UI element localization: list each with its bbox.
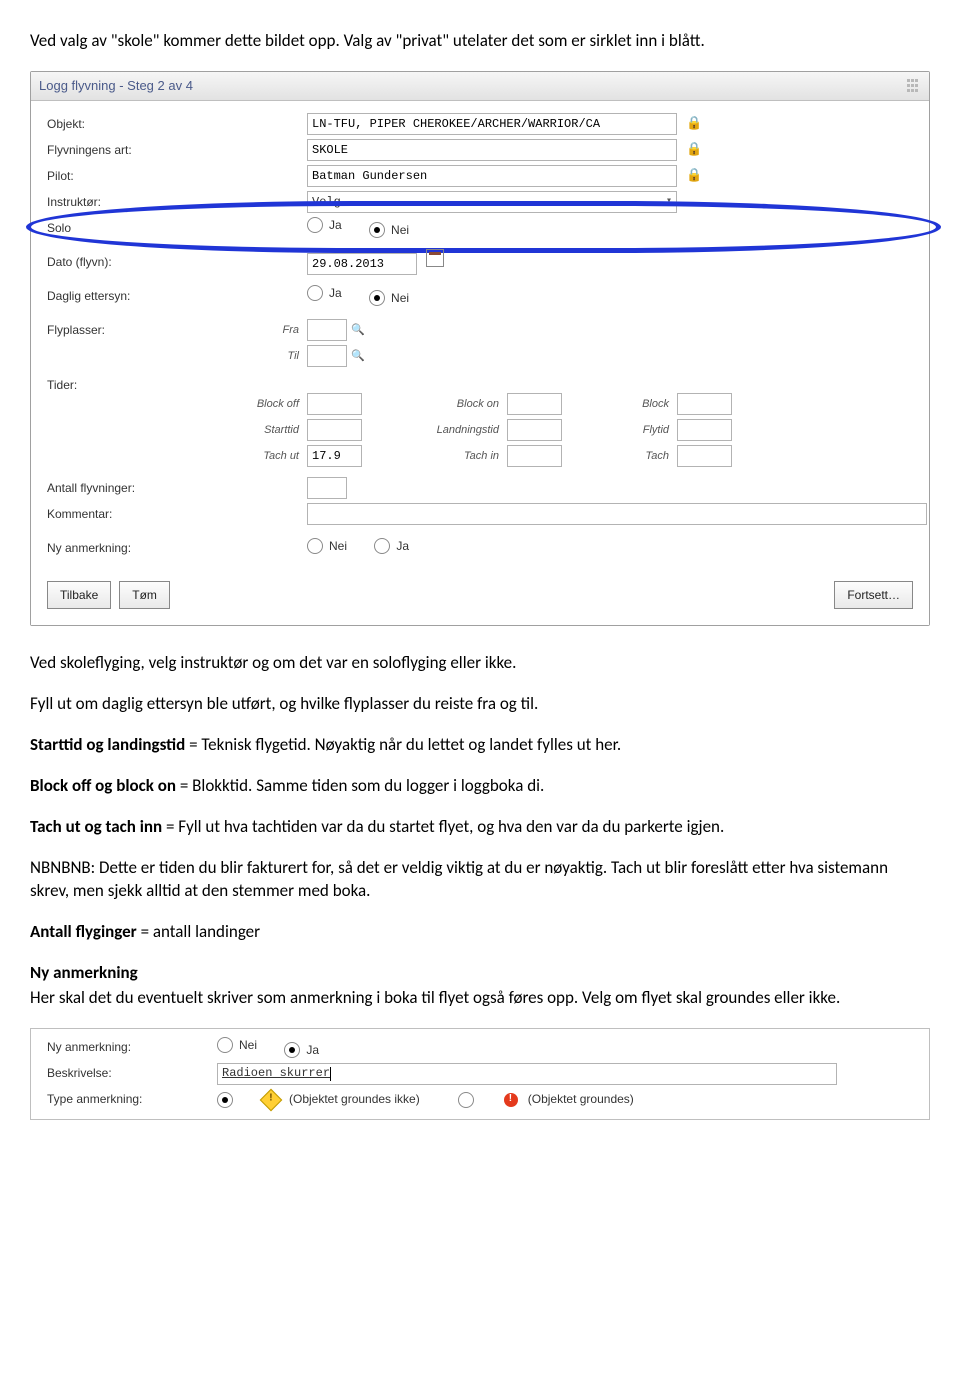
body-p2: Fyll ut om daglig ettersyn ble utført, o… (30, 693, 930, 716)
label-landingstid: Landningstid (367, 423, 507, 438)
instruktor-select[interactable]: Velg... ▾ (307, 191, 677, 213)
landingstid-input[interactable] (507, 419, 562, 441)
label-flyplasser: Flyplasser: (47, 322, 217, 338)
label-solo: Solo (47, 220, 217, 236)
antall-input[interactable] (307, 477, 347, 499)
radio-label: Ja (329, 217, 342, 233)
search-icon[interactable]: 🔍 (351, 350, 365, 362)
radio-label: Nei (329, 538, 347, 554)
label-type: Type anmerkning: (47, 1091, 217, 1107)
label-antall: Antall flyvninger: (47, 480, 217, 496)
type-ground-radio[interactable] (458, 1092, 474, 1108)
solo-nei-radio[interactable]: Nei (369, 222, 409, 238)
window-title: Logg flyvning - Steg 2 av 4 (39, 77, 193, 95)
block-input[interactable] (677, 393, 732, 415)
label-flytid: Flytid (567, 423, 677, 438)
label-nyanm2: Ny anmerkning: (47, 1039, 217, 1055)
label-blockon: Block on (367, 397, 507, 412)
label-kommentar: Kommentar: (47, 506, 217, 522)
art-input[interactable] (307, 139, 677, 161)
radio-label: Nei (391, 222, 409, 238)
heading-nyanm: Ny anmerkning (30, 962, 138, 983)
tach-input[interactable] (677, 445, 732, 467)
daglig-ja-radio[interactable]: Ja (307, 285, 342, 301)
body-p6: NBNBNB: Dette er tiden du blir fakturert… (30, 857, 930, 903)
tachin-input[interactable] (507, 445, 562, 467)
text-caret (330, 1067, 331, 1081)
search-icon[interactable]: 🔍 (351, 324, 365, 336)
nyanm-ja-radio[interactable]: Ja (374, 538, 409, 554)
label-block: Block (567, 397, 677, 412)
starttid-input[interactable] (307, 419, 362, 441)
label-til: Til (217, 349, 307, 364)
instruktor-value: Velg... (312, 194, 362, 210)
label-starttid: Starttid (217, 423, 307, 438)
kommentar-input[interactable] (307, 503, 927, 525)
label-tider: Tider: (47, 377, 217, 393)
screenshot-log-flight: Logg flyvning - Steg 2 av 4 Objekt: 🔒 Fl… (30, 71, 930, 626)
lock-icon: 🔒 (686, 166, 702, 184)
radio-label: Ja (306, 1042, 319, 1058)
window-grip-icon (907, 79, 921, 93)
radio-label: Ja (396, 538, 409, 554)
nyanm2-nei-radio[interactable]: Nei (217, 1037, 257, 1053)
label-tachut: Tach ut (217, 449, 307, 464)
lock-icon: 🔒 (686, 140, 702, 158)
label-objekt: Objekt: (47, 116, 217, 132)
objekt-input[interactable] (307, 113, 677, 135)
beskrivelse-value[interactable]: Radioen skurrer (222, 1065, 330, 1081)
label-pilot: Pilot: (47, 168, 217, 184)
type-ground-label: (Objektet groundes) (528, 1091, 634, 1107)
body-p5: Tach ut og tach inn = Fyll ut hva tachti… (30, 816, 930, 839)
radio-label: Nei (391, 290, 409, 306)
solo-ja-radio[interactable]: Ja (307, 217, 342, 233)
radio-label: Nei (239, 1037, 257, 1053)
stop-icon (504, 1093, 518, 1107)
chevron-down-icon: ▾ (666, 195, 672, 209)
label-daglig: Daglig ettersyn: (47, 288, 217, 304)
screenshot-remark: Ny anmerkning: Nei Ja Beskrivelse: Radio… (30, 1028, 930, 1120)
blockoff-input[interactable] (307, 393, 362, 415)
label-dato: Dato (flyvn): (47, 254, 217, 270)
body-p8: Her skal det du eventuelt skriver som an… (30, 987, 930, 1010)
label-art: Flyvningens art: (47, 142, 217, 158)
dato-input[interactable] (307, 253, 417, 275)
fortsett-button[interactable]: Fortsett… (834, 581, 913, 609)
label-fra: Fra (217, 323, 307, 338)
fra-input[interactable] (307, 319, 347, 341)
label-blockoff: Block off (217, 397, 307, 412)
tom-button[interactable]: Tøm (119, 581, 170, 609)
daglig-nei-radio[interactable]: Nei (369, 290, 409, 306)
blockon-input[interactable] (507, 393, 562, 415)
type-notground-label: (Objektet groundes ikke) (289, 1091, 420, 1107)
tachut-input[interactable] (307, 445, 362, 467)
type-notground-radio[interactable] (217, 1092, 233, 1108)
til-input[interactable] (307, 345, 347, 367)
body-p1: Ved skoleflyging, velg instruktør og om … (30, 652, 930, 675)
label-nyanm: Ny anmerkning: (47, 540, 217, 556)
label-tachin: Tach in (367, 449, 507, 464)
label-instruktor: Instruktør: (47, 194, 217, 210)
flytid-input[interactable] (677, 419, 732, 441)
nyanm-nei-radio[interactable]: Nei (307, 538, 347, 554)
label-beskrivelse: Beskrivelse: (47, 1065, 217, 1081)
body-p3: Starttid og landingstid = Teknisk flyget… (30, 734, 930, 757)
intro-text: Ved valg av "skole" kommer dette bildet … (30, 30, 930, 53)
label-tach: Tach (567, 449, 677, 464)
tilbake-button[interactable]: Tilbake (47, 581, 111, 609)
calendar-icon[interactable] (426, 249, 444, 267)
nyanm2-ja-radio[interactable]: Ja (284, 1042, 319, 1058)
lock-icon: 🔒 (686, 114, 702, 132)
pilot-input[interactable] (307, 165, 677, 187)
body-p4: Block off og block on = Blokktid. Samme … (30, 775, 930, 798)
warning-icon (260, 1088, 283, 1111)
radio-label: Ja (329, 285, 342, 301)
body-p7: Antall flyginger = antall landinger (30, 921, 930, 944)
